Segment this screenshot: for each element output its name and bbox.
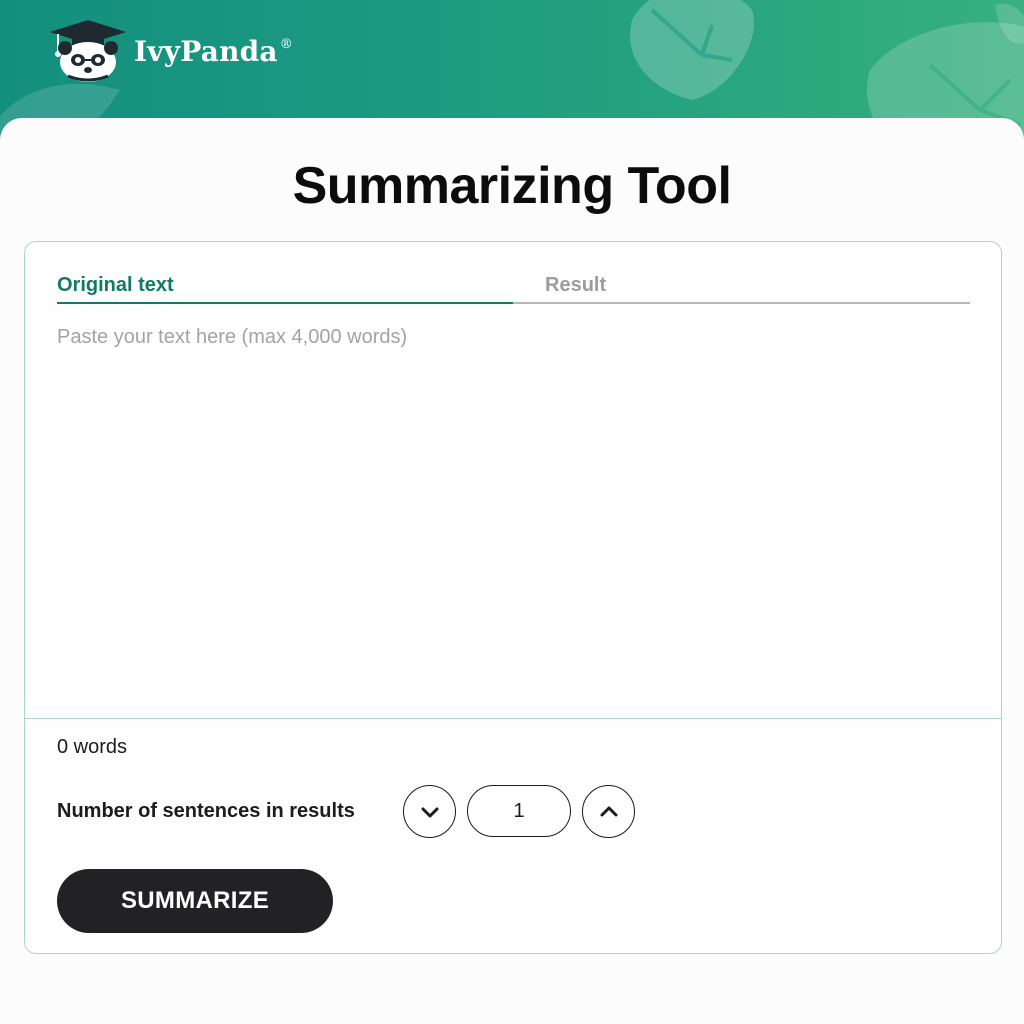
logo[interactable]: IvyPanda ® [48,18,293,84]
panda-graduate-icon [50,20,126,82]
sentences-count-input[interactable] [467,785,571,837]
tab-bar: Original text Result [57,242,970,304]
tab-result[interactable]: Result [513,242,970,304]
brand-name-text: IvyPanda [134,34,278,68]
summarizer-panel: Original text Result 0 words Number of s… [24,241,1002,954]
page-title: Summarizing Tool [292,157,732,215]
tab-original-text[interactable]: Original text [57,242,513,304]
ivy-leaf-icon [995,3,1024,44]
sentences-label: Number of sentences in results [57,800,355,822]
chevron-down-icon [421,807,438,817]
original-text-input[interactable] [57,326,970,706]
divider [25,718,1001,719]
decrease-sentences-button[interactable] [403,785,456,838]
increase-sentences-button[interactable] [582,785,635,838]
summarize-button[interactable]: SUMMARIZE [57,869,333,933]
chevron-up-icon [600,806,617,816]
brand-name: IvyPanda ® [134,35,293,68]
ivy-leaf-icon [630,0,754,100]
registered-mark: ® [279,36,293,52]
word-count: 0 words [57,736,128,758]
